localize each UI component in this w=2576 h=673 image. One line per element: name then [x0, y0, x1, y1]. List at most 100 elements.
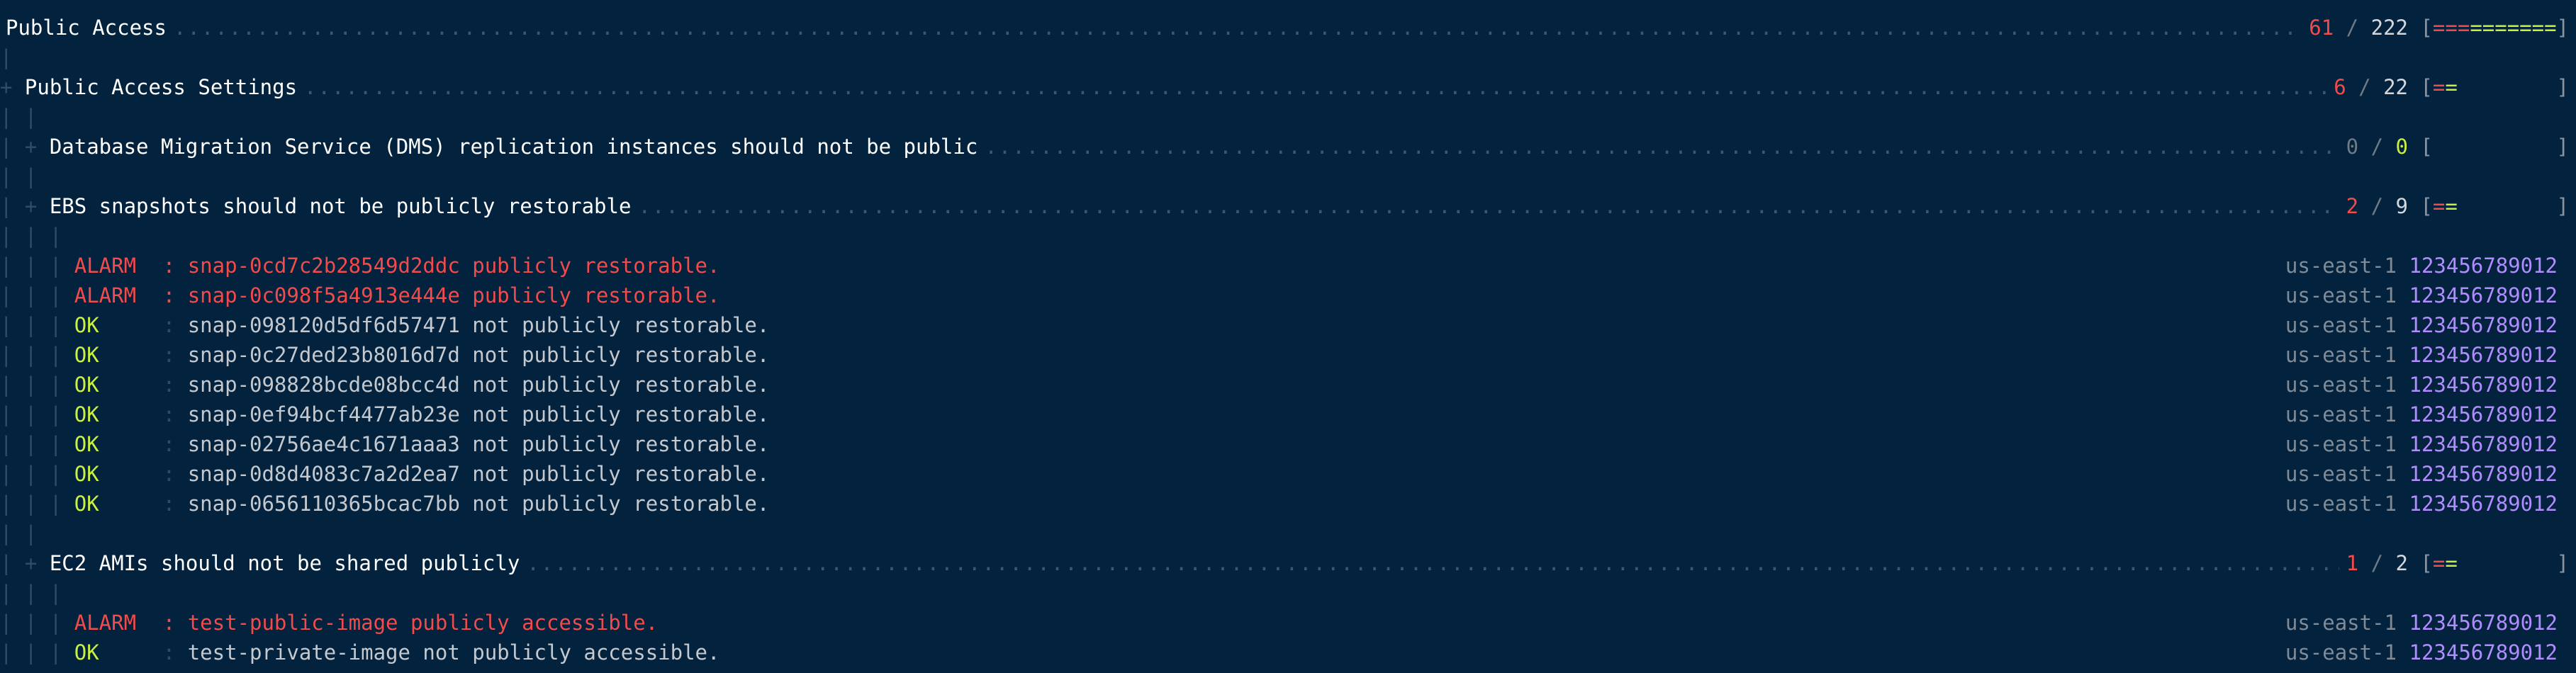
status-colon: :	[162, 313, 188, 337]
group-bar-alarm: =	[2432, 75, 2446, 99]
status-colon: :	[162, 402, 188, 426]
root-progress-bar: [=== =======]	[2408, 13, 2569, 43]
tree-guide: | | |	[0, 402, 74, 426]
count-separator: /	[2334, 16, 2371, 40]
dot-leader	[304, 72, 2326, 102]
result-account: 123456789012	[2409, 283, 2558, 307]
result-row: | | | OK: snap-0656110365bcac7bb not pub…	[0, 489, 2576, 519]
tree-guide-row: | | |	[0, 221, 2576, 251]
result-region: us-east-1	[2285, 283, 2397, 307]
result-account: 123456789012	[2409, 313, 2558, 337]
status-colon: :	[162, 373, 188, 397]
result-region: us-east-1	[2285, 373, 2397, 397]
control-row-ebs: | + EBS snapshots should not be publicly…	[0, 191, 2576, 221]
dot-leader	[985, 132, 2339, 162]
result-reason: snap-0cd7c2b28549d2ddc publicly restorab…	[187, 254, 720, 278]
control-bar-alarm: =	[2432, 194, 2446, 218]
result-account: 123456789012	[2409, 373, 2558, 397]
control-progress-bar: [= = ]	[2408, 548, 2569, 578]
root-bar-ok: =======	[2470, 16, 2557, 40]
group-bar-empty	[2458, 72, 2557, 102]
group-benchmark-row: + Public Access Settings 6 / 22 [== ]	[0, 72, 2576, 102]
result-dimensions: us-east-1 123456789012	[2285, 638, 2558, 667]
group-progress-bar: [= = ]	[2408, 72, 2569, 102]
control-bar-alarm: =	[2432, 551, 2446, 575]
status-colon: :	[162, 640, 188, 664]
result-dimensions: us-east-1 123456789012	[2285, 400, 2558, 429]
group-total-count: 22	[2383, 75, 2408, 99]
result-status: ALARM	[74, 283, 137, 307]
control-counts: 2 / 9 [= = ]	[2346, 191, 2569, 221]
result-account: 123456789012	[2409, 462, 2558, 486]
result-row: | | | OK: test-private-image not publicl…	[0, 638, 2576, 667]
result-region: us-east-1	[2285, 640, 2397, 664]
result-reason: snap-0ef94bcf4477ab23e not publicly rest…	[187, 402, 770, 426]
tree-guide-row: | |	[0, 162, 2576, 191]
tree-guide-row: | |	[0, 102, 2576, 132]
dot-leader	[638, 191, 2339, 221]
result-status: OK	[74, 373, 99, 397]
dot-leader	[174, 13, 2302, 43]
tree-guide: | | |	[0, 373, 74, 397]
result-account: 123456789012	[2409, 254, 2558, 278]
result-row: | | | OK: snap-0d8d4083c7a2d2ea7 not pub…	[0, 459, 2576, 489]
result-account: 123456789012	[2409, 611, 2558, 635]
result-row: | | | OK: snap-02756ae4c1671aaa3 not pub…	[0, 429, 2576, 459]
control-progress-bar: [= = ]	[2408, 191, 2569, 221]
root-benchmark-title: Public Access	[6, 16, 167, 40]
root-total-count: 222	[2370, 16, 2408, 40]
result-reason: snap-0656110365bcac7bb not publicly rest…	[187, 492, 770, 516]
root-benchmark-row: Public Access 61 / 222 [==========]	[0, 13, 2576, 43]
result-reason: snap-0c27ded23b8016d7d not publicly rest…	[187, 343, 770, 367]
result-region: us-east-1	[2285, 343, 2397, 367]
count-separator: /	[2358, 135, 2396, 159]
tree-guide: | | |	[0, 462, 74, 486]
result-status: OK	[74, 462, 99, 486]
tree-guide: +	[0, 75, 25, 99]
tree-guide: | | |	[0, 581, 62, 605]
result-reason: snap-0c098f5a4913e444e publicly restorab…	[187, 283, 720, 307]
result-dimensions: us-east-1 123456789012	[2285, 459, 2558, 489]
tree-guide: |	[0, 45, 13, 69]
result-region: us-east-1	[2285, 313, 2397, 337]
tree-guide: | +	[0, 194, 50, 218]
result-account: 123456789012	[2409, 402, 2558, 426]
root-alarm-count: 61	[2309, 16, 2334, 40]
tree-guide: | +	[0, 135, 50, 159]
control-title: Database Migration Service (DMS) replica…	[49, 135, 978, 159]
result-account: 123456789012	[2409, 343, 2558, 367]
root-bar-alarm: ===	[2432, 16, 2470, 40]
result-reason: snap-098120d5df6d57471 not publicly rest…	[187, 313, 770, 337]
root-benchmark-counts: 61 / 222 [=== =======]	[2309, 13, 2569, 43]
control-row-ec2-amis: | + EC2 AMIs should not be shared public…	[0, 548, 2576, 578]
status-colon: :	[162, 343, 188, 367]
tree-guide: | +	[0, 551, 50, 575]
result-row: | | | ALARM: snap-0cd7c2b28549d2ddc publ…	[0, 251, 2576, 281]
group-bar-ok: =	[2445, 75, 2458, 99]
count-separator: /	[2346, 75, 2384, 99]
group-alarm-count: 6	[2334, 75, 2346, 99]
result-status: OK	[74, 343, 99, 367]
tree-guide: | |	[0, 105, 38, 129]
ami-results-list: | | | ALARM: test-public-image publicly …	[0, 608, 2576, 667]
ebs-results-list: | | | ALARM: snap-0cd7c2b28549d2ddc publ…	[0, 251, 2576, 519]
result-status: OK	[74, 402, 99, 426]
control-total-count: 2	[2395, 551, 2408, 575]
control-title: EBS snapshots should not be publicly res…	[49, 194, 632, 218]
result-row: | | | OK: snap-098120d5df6d57471 not pub…	[0, 310, 2576, 340]
control-bar-ok: =	[2445, 551, 2458, 575]
result-dimensions: us-east-1 123456789012	[2285, 489, 2558, 519]
result-reason: test-private-image not publicly accessib…	[187, 640, 720, 664]
control-total-count: 0	[2395, 135, 2408, 159]
result-reason: snap-0d8d4083c7a2d2ea7 not publicly rest…	[187, 462, 770, 486]
tree-guide-row: | | |	[0, 578, 2576, 608]
control-bar-empty	[2458, 548, 2557, 578]
count-separator: /	[2358, 551, 2396, 575]
result-reason: snap-098828bcde08bcc4d not publicly rest…	[187, 373, 770, 397]
status-colon: :	[162, 462, 188, 486]
control-total-count: 9	[2395, 194, 2408, 218]
result-region: us-east-1	[2285, 462, 2397, 486]
result-row: | | | ALARM: test-public-image publicly …	[0, 608, 2576, 638]
result-reason: snap-02756ae4c1671aaa3 not publicly rest…	[187, 432, 770, 456]
control-title: EC2 AMIs should not be shared publicly	[49, 551, 520, 575]
